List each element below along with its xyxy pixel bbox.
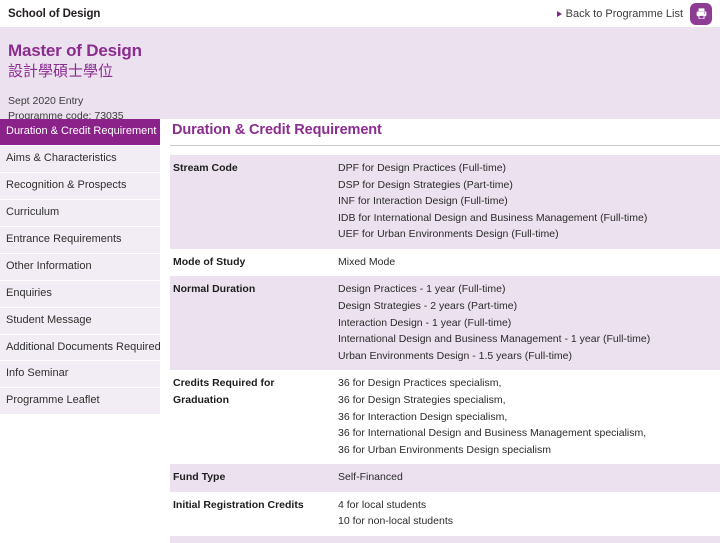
sidebar-item-recognition-prospects[interactable]: Recognition & Prospects — [0, 172, 160, 200]
row-label: Fund Type — [170, 464, 338, 492]
sidebar-item-label: Student Message — [6, 313, 92, 326]
sidebar-item-additional-documents-required[interactable]: Additional Documents Required — [0, 334, 161, 362]
sidebar-item-label: Info Seminar — [6, 367, 69, 380]
programme-title-zh: 設計學碩士學位 — [8, 62, 114, 81]
row-label: Credits Required for Graduation — [170, 370, 338, 465]
content-area: Duration & Credit Requirement Aims & Char… — [0, 119, 720, 543]
value-line: 4 for local students — [338, 498, 427, 511]
value-line: INF for Interaction Design (Full-time) — [338, 195, 508, 208]
sidebar-item-entrance-requirements[interactable]: Entrance Requirements — [0, 226, 160, 254]
value-line: UEF for Urban Environments Design (Full-… — [338, 228, 559, 241]
print-button[interactable] — [690, 2, 712, 25]
sidebar-item-other-information[interactable]: Other Information — [0, 253, 160, 281]
programme-title-en: Master of Design — [8, 41, 142, 60]
row-label: Normal Duration — [170, 276, 338, 371]
row-label: Stream Code — [170, 155, 338, 249]
main-content: Duration & Credit Requirement Stream Cod… — [160, 119, 720, 543]
value-line: 36 for International Design and Business… — [338, 427, 647, 440]
printer-icon — [696, 8, 706, 19]
row-label: Tuition Fee — [170, 535, 338, 543]
sidebar-nav: Duration & Credit Requirement Aims & Char… — [0, 119, 161, 416]
value-line: Urban Environments Design - 1.5 years (F… — [338, 349, 572, 362]
triangle-right-icon — [556, 10, 562, 17]
value-line: DPF for Design Practices (Full-time) — [338, 162, 507, 174]
sidebar-item-student-message[interactable]: Student Message — [0, 307, 160, 335]
row-value: DPF for Design Practices (Full-time) DSP … — [338, 155, 720, 249]
row-label: Initial Registration Credits — [170, 491, 338, 536]
topbar-actions: Back to Programme List — [556, 2, 712, 25]
value-line: IDB for International Design and Busines… — [338, 211, 648, 224]
table-row: Stream Code DPF for Design Practices (Ful… — [170, 155, 720, 249]
back-link-label: Back to Programme List — [565, 7, 683, 20]
sidebar-item-label: Enquiries — [6, 286, 52, 299]
sidebar-item-label: Curriculum — [6, 205, 60, 218]
row-value: 4 for local students 10 for non-local stu… — [338, 491, 720, 536]
sidebar-item-label: Recognition & Prospects — [6, 178, 127, 191]
top-bar: School of Design Back to Programme List — [0, 0, 720, 27]
sidebar-item-label: Aims & Characteristics — [6, 151, 117, 164]
school-name: School of Design — [8, 7, 101, 20]
row-value: Mixed Mode — [338, 248, 720, 277]
page-title: Duration & Credit Requirement — [170, 119, 720, 146]
sidebar-item-label: Other Information — [6, 259, 92, 272]
back-to-programme-list-link[interactable]: Back to Programme List — [556, 7, 683, 20]
table-row: Tuition FeeHK$4,650 per credit for local… — [170, 535, 720, 543]
sidebar-item-enquiries[interactable]: Enquiries — [0, 280, 160, 308]
table-row: Normal Duration Design Practices - 1 year… — [170, 276, 720, 371]
value-line: 10 for non-local students — [338, 515, 453, 528]
value-line: Interaction Design - 1 year (Full-time) — [338, 316, 512, 329]
row-value: 36 for Design Practices specialism, 36 fo… — [338, 370, 720, 465]
sidebar-item-label: Additional Documents Required — [6, 340, 161, 353]
value-line: International Design and Business Manage… — [338, 333, 651, 346]
sidebar-item-programme-leaflet[interactable]: Programme Leaflet — [0, 388, 160, 416]
value-line: 36 for Design Strategies specialism, — [338, 393, 506, 406]
value-line: 36 for Interaction Design specialism, — [338, 410, 508, 423]
value-line: 36 for Urban Environments Design special… — [338, 443, 552, 456]
programme-banner: Master of Design 設計學碩士學位 Sept 2020 Entry… — [0, 27, 720, 122]
entry-term: Sept 2020 Entry — [8, 94, 84, 107]
table-row: Mode of Study Mixed Mode — [170, 248, 720, 277]
duration-credit-table: Stream Code DPF for Design Practices (Ful… — [170, 155, 720, 543]
value-line: Self-Financed — [338, 471, 403, 484]
table-row: Initial Registration Credits 4 for local … — [170, 491, 720, 536]
value-line: DSP for Design Strategies (Part-time) — [338, 178, 513, 191]
value-line: Design Practices - 1 year (Full-time) — [338, 283, 506, 296]
row-value: HK$4,650 per credit for local studentsHK… — [338, 535, 720, 543]
sidebar-item-aims-characteristics[interactable]: Aims & Characteristics — [0, 145, 160, 173]
table-row: Fund Type Self-Financed — [170, 464, 720, 492]
sidebar-item-label: Programme Leaflet — [6, 394, 100, 407]
value-line: 36 for Design Practices specialism, — [338, 377, 502, 390]
value-line: Mixed Mode — [338, 255, 396, 268]
row-label: Mode of Study — [170, 248, 338, 277]
value-line: Design Strategies - 2 years (Part-time) — [338, 300, 518, 313]
sidebar-item-duration-credit-requirement[interactable]: Duration & Credit Requirement — [0, 119, 160, 146]
sidebar-item-info-seminar[interactable]: Info Seminar — [0, 361, 160, 389]
sidebar-item-label: Duration & Credit Requirement — [6, 125, 157, 137]
row-value: Design Practices - 1 year (Full-time) Des… — [338, 276, 720, 371]
sidebar-item-label: Entrance Requirements — [6, 232, 122, 245]
table-row: Credits Required for Graduation 36 for De… — [170, 370, 720, 465]
sidebar-item-curriculum[interactable]: Curriculum — [0, 199, 160, 227]
row-value: Self-Financed — [338, 464, 720, 492]
